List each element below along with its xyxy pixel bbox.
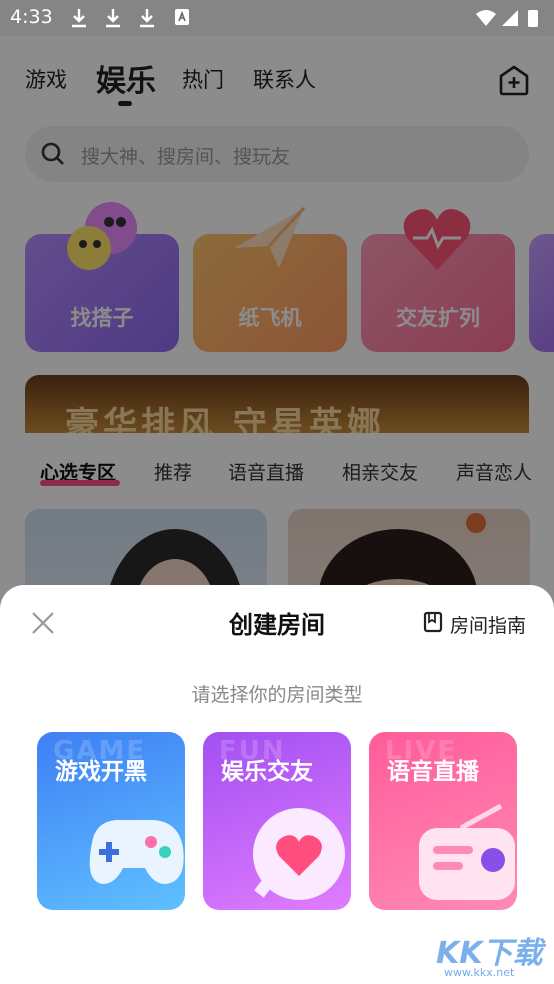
status-bar: 4:33 [0,0,554,36]
room-type-fun[interactable]: FUN 娱乐交友 [203,732,351,910]
room-guide-label: 房间指南 [450,615,527,637]
room-type-label: 语音直播 [387,759,479,785]
create-room-sheet: 创建房间 房间指南 请选择你的房间类型 GAME 游戏开黑 FUN 娱乐交友 L… [0,585,554,984]
room-type-live[interactable]: LIVE 语音直播 [369,732,517,910]
download-icon [104,8,122,28]
heart-bubble-icon [245,798,351,908]
signal-icon [502,10,518,26]
wifi-icon [476,10,496,26]
room-guide-button[interactable]: 房间指南 [422,609,528,637]
radio-icon [411,798,517,908]
site-watermark: KK下载 www.kkx.net [436,928,554,984]
gamepad-icon [79,798,185,908]
room-type-prompt: 请选择你的房间类型 [191,684,363,706]
font-notification-icon [174,8,192,28]
room-type-label: 游戏开黑 [55,759,147,785]
room-type-label: 娱乐交友 [221,759,313,785]
status-time: 4:33 [10,6,53,28]
download-icon [138,8,156,28]
room-type-game[interactable]: GAME 游戏开黑 [37,732,185,910]
status-icons [474,8,544,28]
battery-icon [528,10,538,27]
watermark-url: www.kkx.net [444,966,515,979]
download-icon [70,8,88,28]
book-icon [422,611,444,633]
